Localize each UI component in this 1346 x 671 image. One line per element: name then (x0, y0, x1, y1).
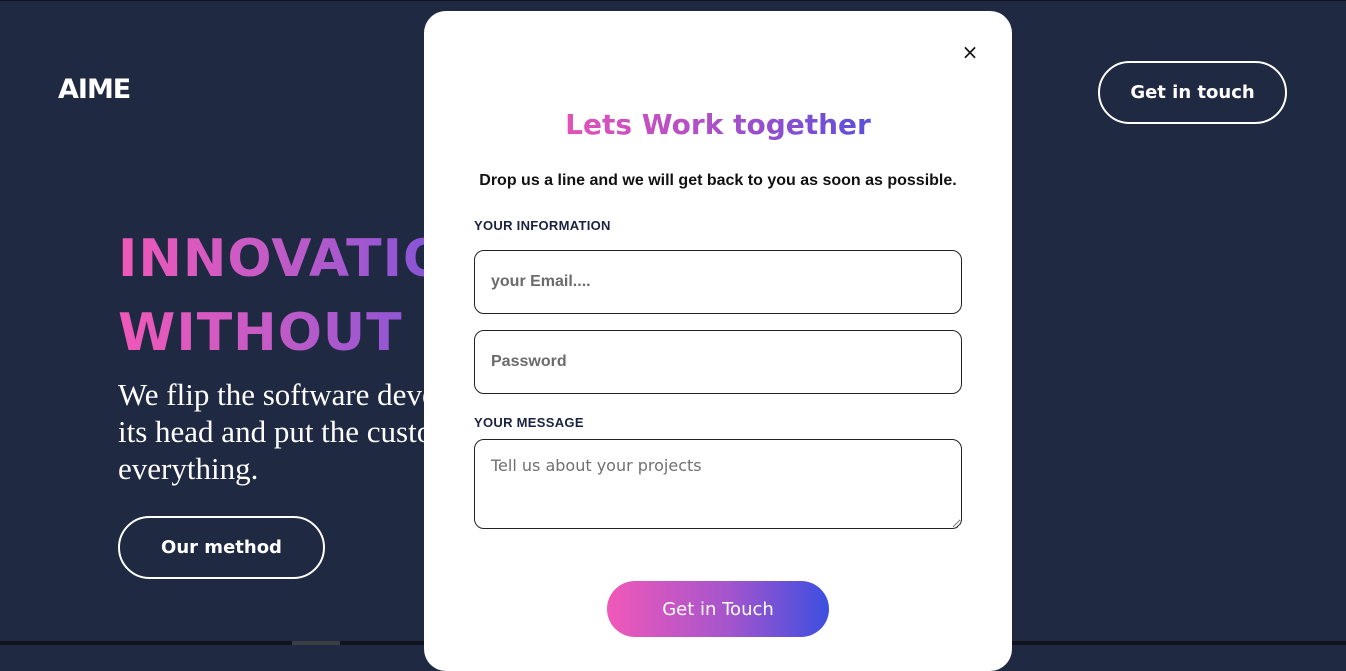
our-method-button[interactable]: Our method (118, 516, 325, 579)
contact-modal: × Lets Work together Drop us a line and … (424, 11, 1012, 671)
modal-title-text: Lets Work together (565, 108, 871, 141)
your-message-label: YOUR MESSAGE (474, 415, 584, 430)
get-in-touch-header-button[interactable]: Get in touch (1098, 61, 1287, 124)
message-textarea[interactable] (474, 439, 962, 529)
close-icon[interactable]: × (960, 41, 980, 63)
modal-title: Lets Work together (424, 107, 1012, 143)
top-border (0, 0, 1346, 1)
get-in-touch-submit-button[interactable]: Get in Touch (607, 581, 829, 637)
brand-logo[interactable]: AIME (58, 74, 131, 105)
scrollbar-thumb[interactable] (292, 641, 340, 645)
your-information-label: YOUR INFORMATION (474, 218, 611, 233)
modal-subtitle: Drop us a line and we will get back to y… (479, 172, 957, 189)
email-input[interactable] (474, 250, 962, 314)
password-input[interactable] (474, 330, 962, 394)
